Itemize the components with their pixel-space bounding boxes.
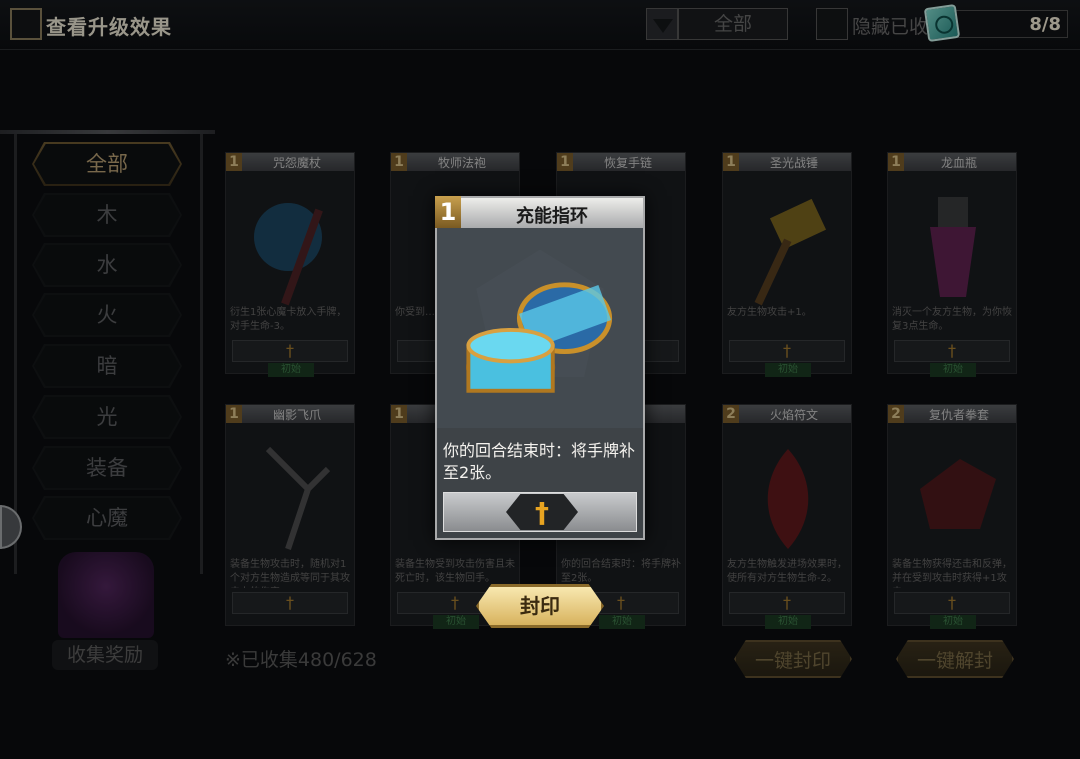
charge-ring-icon bbox=[437, 228, 643, 428]
popup-card-name: 充能指环 bbox=[516, 206, 588, 227]
sword-icon bbox=[506, 494, 578, 530]
popup-slot bbox=[443, 492, 637, 532]
popup-cost: 1 bbox=[435, 196, 461, 228]
featured-card-popup: 1 充能指环 你的回合结束时：将手牌补至2张。 bbox=[435, 196, 645, 540]
popup-card-desc: 你的回合结束时：将手牌补至2张。 bbox=[443, 441, 636, 482]
seal-button[interactable]: 封印 bbox=[476, 584, 604, 628]
